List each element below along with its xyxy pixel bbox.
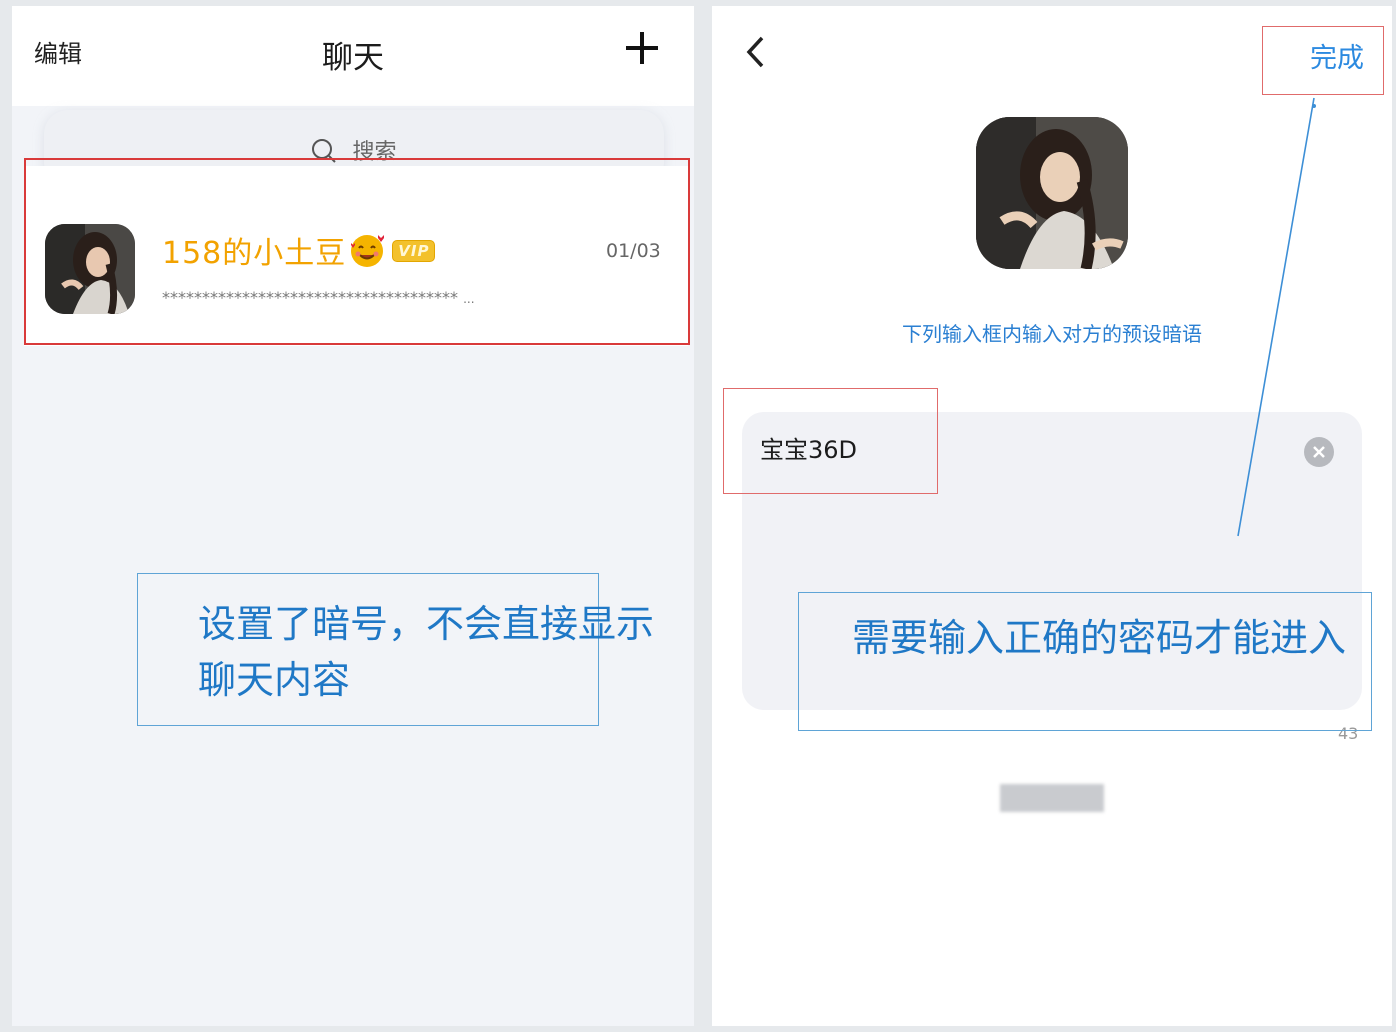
annotation-text-right: 需要输入正确的密码才能进入: [852, 616, 1347, 660]
page-title: 聊天: [322, 40, 384, 76]
plus-icon[interactable]: [622, 28, 662, 68]
annotation-line-1: 设置了暗号，不会直接显示: [198, 602, 655, 646]
annotation-red-box-done: [1262, 26, 1384, 95]
chevron-left-icon[interactable]: [742, 34, 770, 74]
password-entry-screen: 完成 下列输入框内输入对方的预设暗语 宝宝36D 43 需要输入正确的密码才能进…: [712, 6, 1392, 1026]
contact-avatar: [976, 117, 1128, 269]
annotation-arrow-line: [1237, 97, 1316, 537]
blurred-button[interactable]: [1000, 784, 1104, 812]
annotation-line-2: 聊天内容: [198, 658, 351, 702]
annotation-text-left: 设置了暗号，不会直接显示 聊天内容: [198, 596, 654, 708]
annotation-red-box-chat: [24, 158, 690, 345]
chat-list-screen: 编辑 聊天 搜索 158的小土豆 VIP 01/03 *************…: [12, 6, 694, 1026]
annotation-red-box-input: [723, 388, 938, 494]
